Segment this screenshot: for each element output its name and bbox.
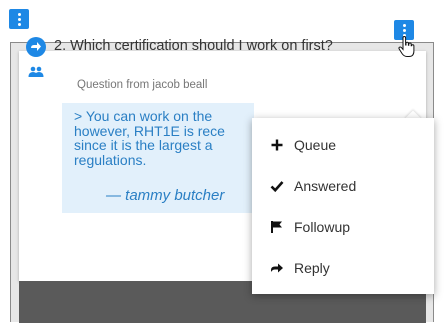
arrow-right-icon [270, 261, 284, 275]
answer-author: — tammy butcher [106, 187, 225, 204]
menu-item-label: Reply [294, 260, 330, 276]
reply-icon[interactable] [26, 37, 46, 57]
question-title: 2. Which certification should I work on … [54, 38, 333, 54]
menu-item-reply[interactable]: Reply [252, 248, 434, 288]
dot [17, 17, 21, 21]
dot [17, 12, 21, 16]
group-icon [28, 66, 44, 77]
plus-icon [270, 138, 284, 152]
status-menu: Queue Answered Followup Reply [252, 118, 434, 294]
menu-item-label: Queue [294, 137, 337, 153]
answer-box: > You can work on the however, RHT1E is … [62, 103, 254, 213]
flag-icon [270, 220, 284, 234]
menu-item-followup[interactable]: Followup [252, 207, 434, 247]
menu-item-label: Followup [294, 219, 351, 235]
menu-item-label: Answered [294, 178, 357, 194]
answer-text: > You can work on the however, RHT1E is … [74, 108, 225, 168]
dot [402, 28, 406, 32]
dot [17, 22, 21, 26]
menu-item-answered[interactable]: Answered [252, 166, 434, 206]
dot [402, 23, 406, 27]
checkmark-icon [270, 179, 284, 193]
hand-cursor-icon [398, 36, 415, 57]
menu-item-queue[interactable]: Queue [252, 125, 434, 165]
more-options-button[interactable] [9, 9, 29, 29]
question-from: Question from jacob beall [77, 79, 208, 91]
